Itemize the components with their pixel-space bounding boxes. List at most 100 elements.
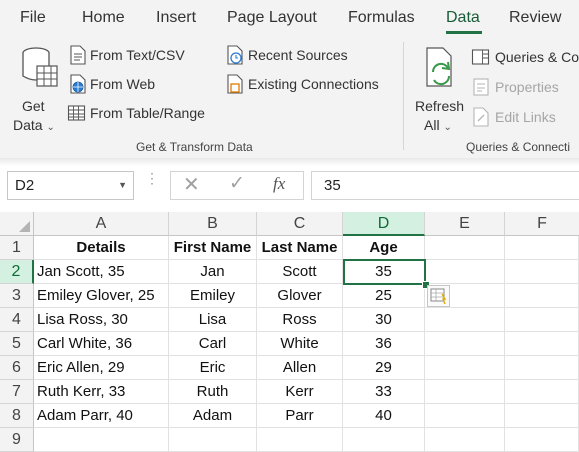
cell-a2[interactable]: Jan Scott, 35 <box>34 260 169 284</box>
cell-f8[interactable] <box>505 404 579 428</box>
cell-c6[interactable]: Allen <box>257 356 343 380</box>
cell-a4[interactable]: Lisa Ross, 30 <box>34 308 169 332</box>
refresh-label-1: Refresh <box>415 98 465 114</box>
get-data-button[interactable]: Get Data ⌄ <box>8 44 62 133</box>
row-header-7[interactable]: 7 <box>0 380 34 404</box>
cell-e6[interactable] <box>425 356 505 380</box>
cell-a9[interactable] <box>34 428 169 452</box>
cell-c9[interactable] <box>257 428 343 452</box>
cell-d4[interactable]: 30 <box>343 308 425 332</box>
cell-f4[interactable] <box>505 308 579 332</box>
cell-c4[interactable]: Ross <box>257 308 343 332</box>
dropdown-arrow-icon[interactable]: ▼ <box>118 180 127 190</box>
cell-b4[interactable]: Lisa <box>169 308 257 332</box>
cell-b3[interactable]: Emiley <box>169 284 257 308</box>
cell-d7[interactable]: 33 <box>343 380 425 404</box>
row-header-1[interactable]: 1 <box>0 236 34 260</box>
cell-f3[interactable] <box>505 284 579 308</box>
edit-links-icon <box>473 107 489 127</box>
tab-page-layout[interactable]: Page Layout <box>227 9 317 27</box>
cell-f9[interactable] <box>505 428 579 452</box>
formula-bar-resize-handle[interactable]: ⋮ <box>145 171 159 185</box>
group-label-get-transform: Get & Transform Data <box>136 140 253 154</box>
from-text-csv-button[interactable]: From Text/CSV <box>67 44 217 66</box>
cell-a7[interactable]: Ruth Kerr, 33 <box>34 380 169 404</box>
row-header-6[interactable]: 6 <box>0 356 34 380</box>
cell-b8[interactable]: Adam <box>169 404 257 428</box>
column-header-f[interactable]: F <box>505 212 579 236</box>
cell-d6[interactable]: 29 <box>343 356 425 380</box>
cancel-icon[interactable]: ✕ <box>183 172 200 197</box>
cell-f6[interactable] <box>505 356 579 380</box>
column-header-d[interactable]: D <box>343 212 425 236</box>
row-header-5[interactable]: 5 <box>0 332 34 356</box>
properties-button[interactable]: Properties <box>470 76 579 98</box>
cell-d3[interactable]: 25 <box>343 284 425 308</box>
cell-e9[interactable] <box>425 428 505 452</box>
tab-insert[interactable]: Insert <box>156 9 196 27</box>
enter-check-icon[interactable]: ✓ <box>229 172 245 195</box>
tab-review[interactable]: Review <box>509 9 561 27</box>
cell-b5[interactable]: Carl <box>169 332 257 356</box>
cell-a8[interactable]: Adam Parr, 40 <box>34 404 169 428</box>
cell-e1[interactable] <box>425 236 505 260</box>
flash-fill-options-button[interactable] <box>427 285 450 307</box>
cell-c1[interactable]: Last Name <box>257 236 343 260</box>
cell-f5[interactable] <box>505 332 579 356</box>
cell-b1[interactable]: First Name <box>169 236 257 260</box>
tab-data[interactable]: Data <box>446 9 480 27</box>
cell-b6[interactable]: Eric <box>169 356 257 380</box>
cell-a1[interactable]: Details <box>34 236 169 260</box>
existing-connections-button[interactable]: Existing Connections <box>224 73 394 95</box>
edit-links-label: Edit Links <box>495 109 556 125</box>
cell-c5[interactable]: White <box>257 332 343 356</box>
formula-input[interactable]: 35 <box>311 171 579 200</box>
cell-c8[interactable]: Parr <box>257 404 343 428</box>
cell-e5[interactable] <box>425 332 505 356</box>
cell-a5[interactable]: Carl White, 36 <box>34 332 169 356</box>
cell-a3[interactable]: Emiley Glover, 25 <box>34 284 169 308</box>
worksheet-grid: A B C D E F 1 Details First Name Last Name A… <box>0 212 579 452</box>
cell-b9[interactable] <box>169 428 257 452</box>
queries-connections-button[interactable]: Queries & Co <box>470 46 579 68</box>
cell-c2[interactable]: Scott <box>257 260 343 284</box>
column-header-c[interactable]: C <box>257 212 343 236</box>
cell-e2[interactable] <box>425 260 505 284</box>
row-header-9[interactable]: 9 <box>0 428 34 452</box>
from-web-button[interactable]: From Web <box>67 73 217 95</box>
select-all-button[interactable] <box>0 212 34 236</box>
cell-d1[interactable]: Age <box>343 236 425 260</box>
cell-b2[interactable]: Jan <box>169 260 257 284</box>
cell-f1[interactable] <box>505 236 579 260</box>
row-header-4[interactable]: 4 <box>0 308 34 332</box>
recent-sources-button[interactable]: Recent Sources <box>224 44 384 66</box>
select-all-triangle-icon <box>19 221 30 232</box>
edit-links-button[interactable]: Edit Links <box>470 106 579 128</box>
row-header-3[interactable]: 3 <box>0 284 34 308</box>
cell-d8[interactable]: 40 <box>343 404 425 428</box>
insert-function-icon[interactable]: fx <box>273 174 285 194</box>
name-box[interactable]: D2 ▼ <box>7 171 134 200</box>
cell-d5[interactable]: 36 <box>343 332 425 356</box>
cell-e7[interactable] <box>425 380 505 404</box>
tab-home[interactable]: Home <box>82 9 125 27</box>
tab-file[interactable]: File <box>20 9 46 27</box>
column-header-a[interactable]: A <box>34 212 169 236</box>
cell-e8[interactable] <box>425 404 505 428</box>
cell-a6[interactable]: Eric Allen, 29 <box>34 356 169 380</box>
tab-formulas[interactable]: Formulas <box>348 9 415 27</box>
cell-f2[interactable] <box>505 260 579 284</box>
column-header-e[interactable]: E <box>425 212 505 236</box>
cell-c7[interactable]: Kerr <box>257 380 343 404</box>
refresh-all-button[interactable]: Refresh All ⌄ <box>411 44 469 133</box>
cell-f7[interactable] <box>505 380 579 404</box>
cell-b7[interactable]: Ruth <box>169 380 257 404</box>
flash-fill-icon <box>430 288 447 305</box>
row-header-8[interactable]: 8 <box>0 404 34 428</box>
cell-d9[interactable] <box>343 428 425 452</box>
cell-c3[interactable]: Glover <box>257 284 343 308</box>
row-header-2[interactable]: 2 <box>0 260 34 284</box>
from-table-range-button[interactable]: From Table/Range <box>67 102 217 124</box>
column-header-b[interactable]: B <box>169 212 257 236</box>
cell-e4[interactable] <box>425 308 505 332</box>
